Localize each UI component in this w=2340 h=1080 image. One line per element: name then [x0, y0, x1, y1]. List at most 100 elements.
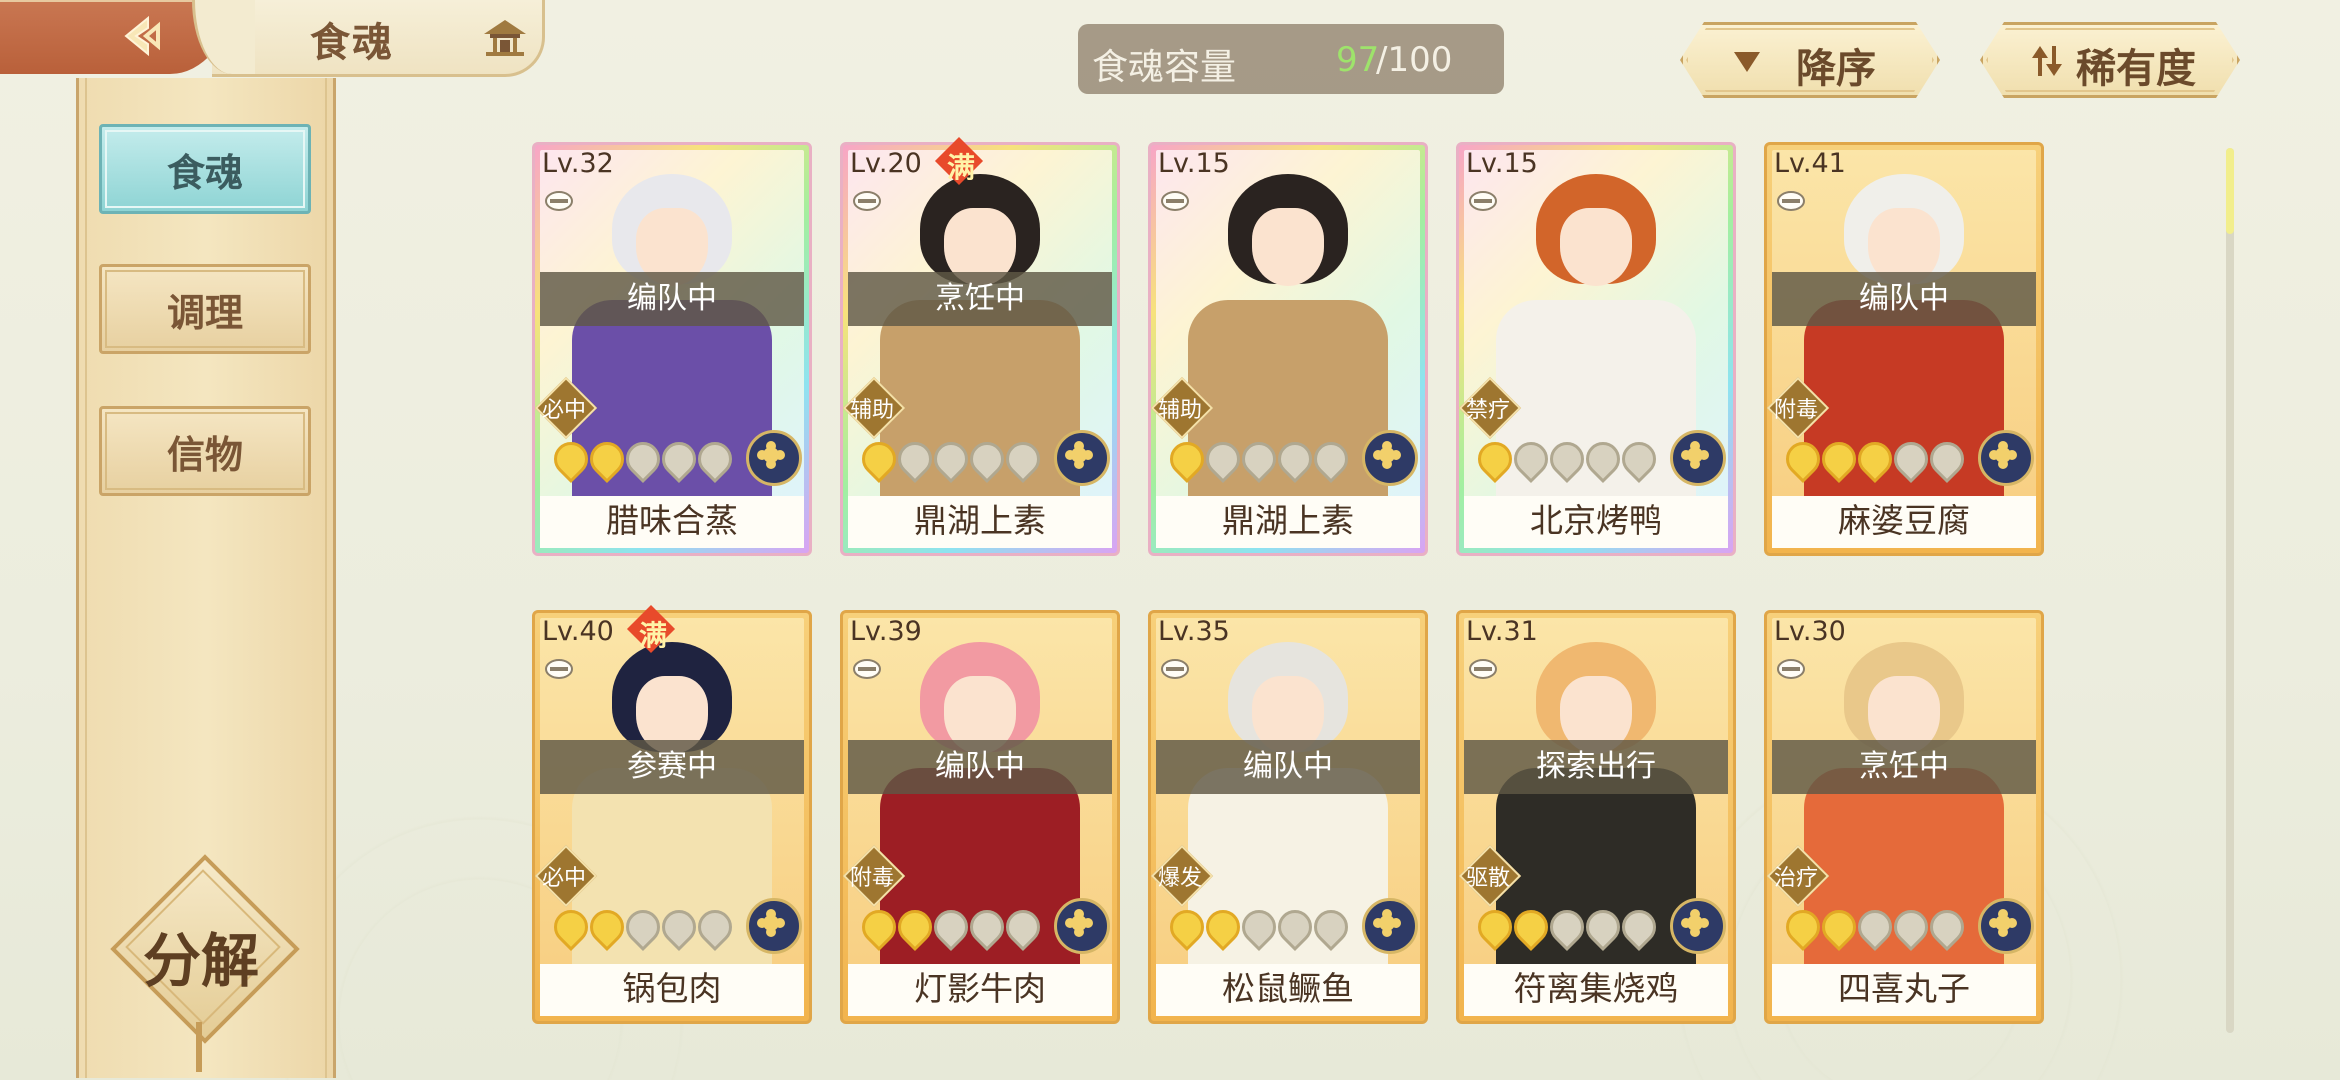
card-name: 鼎湖上素: [914, 501, 1046, 540]
flame-icon: [1814, 902, 1864, 952]
element-icon: [746, 430, 802, 486]
sort-by-button[interactable]: 稀有度: [1980, 22, 2240, 98]
flame-icon: [998, 902, 1048, 952]
tab-tokens[interactable]: 信物: [99, 406, 311, 496]
scrollbar-thumb[interactable]: [2226, 148, 2234, 234]
star-rating: [1470, 902, 1664, 952]
element-icon: [1054, 898, 1110, 954]
flame-icon: [1162, 902, 1212, 952]
star-rating: [854, 902, 1048, 952]
sort-arrows-icon: [2032, 46, 2062, 76]
bowl-icon: [1469, 191, 1497, 211]
card-status: 参赛中: [540, 740, 804, 794]
flame-icon: [654, 434, 704, 484]
food-soul-card[interactable]: Lv.32 编队中 必中 腊味合蒸: [532, 142, 812, 556]
food-soul-card[interactable]: Lv.41 编队中 附毒 麻婆豆腐: [1764, 142, 2044, 556]
flame-icon: [1542, 902, 1592, 952]
food-soul-card[interactable]: Lv.39 编队中 附毒 灯影牛肉: [840, 610, 1120, 1024]
flame-icon: [854, 902, 904, 952]
card-level: Lv.32: [542, 148, 614, 179]
character-face: [1560, 208, 1632, 286]
max-badge: 满: [626, 604, 676, 654]
card-name: 北京烤鸭: [1530, 501, 1662, 540]
tab-tokens-label: 信物: [166, 432, 243, 477]
flame-icon: [1614, 902, 1664, 952]
card-level: Lv.15: [1158, 148, 1230, 179]
flame-icon: [1578, 434, 1628, 484]
page-title: 食魂: [310, 19, 394, 66]
card-level: Lv.30: [1774, 616, 1846, 647]
sort-order-label: 降序: [1796, 46, 1876, 92]
tab-conditioning-label: 调理: [166, 290, 243, 335]
max-badge-label: 满: [638, 619, 667, 652]
flame-icon: [1470, 434, 1520, 484]
flame-icon: [1778, 902, 1828, 952]
card-status: 编队中: [1156, 740, 1420, 794]
bowl-icon: [1161, 659, 1189, 679]
flame-icon: [582, 434, 632, 484]
flame-icon: [1778, 434, 1828, 484]
element-icon: [1362, 898, 1418, 954]
food-soul-card[interactable]: Lv.40 满参赛中 必中 锅包肉: [532, 604, 812, 1024]
flame-icon: [1198, 902, 1248, 952]
role-label: 禁疗: [1465, 398, 1510, 423]
flame-icon: [1162, 434, 1212, 484]
food-soul-card[interactable]: Lv.20 满烹饪中 辅助 鼎湖上素: [840, 136, 1120, 556]
element-icon: [746, 898, 802, 954]
flame-icon: [1886, 902, 1936, 952]
flame-icon: [690, 902, 740, 952]
food-soul-card[interactable]: Lv.30 烹饪中 治疗 四喜丸子: [1764, 610, 2044, 1024]
decompose-button[interactable]: 分解: [110, 854, 300, 1044]
flame-icon: [962, 902, 1012, 952]
card-status: 探索出行: [1464, 740, 1728, 794]
capacity-max: /100: [1376, 40, 1453, 80]
flame-icon: [618, 902, 668, 952]
card-level: Lv.20: [850, 148, 922, 179]
flame-icon: [1922, 902, 1972, 952]
flame-icon: [926, 902, 976, 952]
flame-icon: [1270, 434, 1320, 484]
flame-icon: [1198, 434, 1248, 484]
card-name: 符离集烧鸡: [1513, 969, 1679, 1008]
tab-conditioning[interactable]: 调理: [99, 264, 311, 354]
bowl-icon: [1777, 191, 1805, 211]
role-badge: 辅助: [1150, 376, 1214, 440]
food-soul-card[interactable]: Lv.31 探索出行 驱散 符离集烧鸡: [1456, 610, 1736, 1024]
tab-food-souls[interactable]: 食魂: [99, 124, 311, 214]
bowl-icon: [853, 659, 881, 679]
food-soul-card[interactable]: Lv.15 辅助 鼎湖上素: [1148, 142, 1428, 556]
food-soul-card[interactable]: Lv.35 编队中 爆发 松鼠鳜鱼: [1148, 610, 1428, 1024]
role-badge: 必中: [534, 844, 598, 908]
role-label: 附毒: [849, 866, 894, 891]
flame-icon: [1234, 902, 1284, 952]
bowl-icon: [545, 659, 573, 679]
max-badge: 满: [934, 136, 984, 186]
back-arrow-icon: [124, 15, 160, 57]
scrollbar[interactable]: [2226, 148, 2234, 1033]
flame-icon: [962, 434, 1012, 484]
header-bar: 食魂: [0, 0, 545, 78]
flame-icon: [1814, 434, 1864, 484]
role-label: 附毒: [1773, 398, 1818, 423]
food-soul-card[interactable]: Lv.15 禁疗 北京烤鸭: [1456, 142, 1736, 556]
flame-icon: [1614, 434, 1664, 484]
element-icon: [1978, 430, 2034, 486]
flame-icon: [1506, 902, 1556, 952]
card-status: 编队中: [848, 740, 1112, 794]
role-badge: 治疗: [1766, 844, 1830, 908]
role-badge: 附毒: [1766, 376, 1830, 440]
sort-order-button[interactable]: 降序: [1680, 22, 1940, 98]
bowl-icon: [545, 191, 573, 211]
sidebar-rail-left: [85, 78, 87, 1078]
star-rating: [854, 434, 1048, 484]
bowl-icon: [1161, 191, 1189, 211]
card-status: 编队中: [540, 272, 804, 326]
card-level: Lv.35: [1158, 616, 1230, 647]
star-rating: [546, 434, 740, 484]
star-rating: [1470, 434, 1664, 484]
role-badge: 禁疗: [1458, 376, 1522, 440]
pavilion-icon[interactable]: [482, 18, 528, 58]
max-badge-label: 满: [946, 151, 975, 184]
flame-icon: [618, 434, 668, 484]
role-label: 辅助: [1157, 398, 1202, 423]
